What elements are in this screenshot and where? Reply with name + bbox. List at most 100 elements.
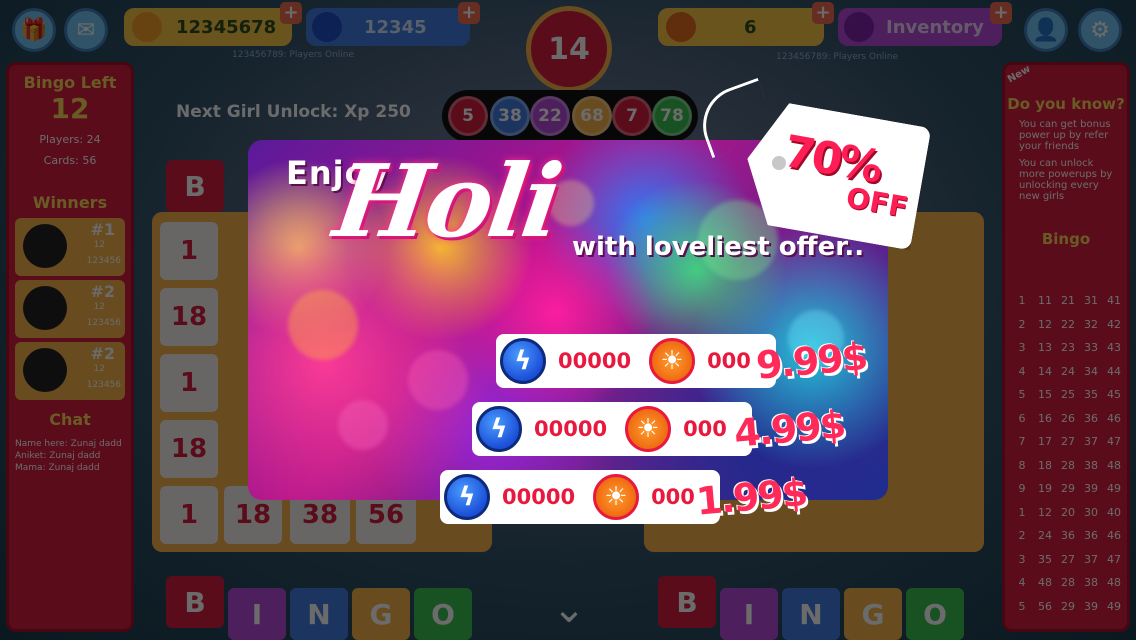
coin-icon (132, 12, 162, 42)
winner-score: 12 (93, 302, 105, 312)
players-online-left: 123456789: Players Online (232, 50, 355, 60)
called-number-cell: 38 (1084, 458, 1098, 472)
bingo-button-n[interactable]: N (782, 588, 840, 640)
inventory-button[interactable]: Inventory + (838, 2, 1012, 46)
called-number-cell: 18 (1038, 458, 1052, 472)
chevron-down-icon[interactable]: ⌄ (544, 589, 594, 629)
called-number-cell: 36 (1084, 411, 1098, 425)
called-ball: 68 (572, 96, 612, 136)
called-number-cell: 34 (1084, 364, 1098, 378)
winner-rank: #2 (90, 282, 115, 301)
powerup-value: 6 (744, 16, 757, 38)
called-number-cell: 28 (1061, 458, 1075, 472)
called-number-cell: 16 (1038, 411, 1052, 425)
offer-coin-qty: 000 (683, 417, 727, 441)
winner-rank: #2 (90, 344, 115, 363)
called-number-cell: 37 (1084, 435, 1098, 448)
add-inventory-button[interactable]: + (990, 2, 1012, 24)
called-number-cell: 44 (1107, 364, 1121, 378)
called-number-cell: 27 (1061, 435, 1075, 448)
holi-title: Holi (327, 142, 566, 260)
called-number-cell: 20 (1061, 505, 1075, 519)
card-cell[interactable]: 1 (160, 486, 218, 544)
offer-row-999[interactable]: ϟ 00000 ☀ 000 9.99$ (496, 334, 868, 388)
called-number-cell: 41 (1107, 294, 1121, 307)
card-cell[interactable]: 18 (160, 288, 218, 346)
card-cell[interactable]: 1 (160, 354, 218, 412)
tip-item: You can get bonus power up by refer your… (1019, 119, 1111, 152)
bingo-button-g[interactable]: G (352, 588, 410, 640)
called-number-cell: 38 (1084, 576, 1098, 589)
bingo-button-g[interactable]: G (844, 588, 902, 640)
called-ball: 22 (530, 96, 570, 136)
add-friend-icon[interactable]: 👤 (1024, 8, 1068, 52)
called-number-cell: 12 (1038, 317, 1052, 331)
winners-label: Winners (32, 193, 108, 212)
called-number-cell: 17 (1038, 435, 1052, 448)
cards-count: Cards: 56 (43, 154, 97, 167)
called-number-cell: 36 (1084, 529, 1098, 542)
called-number-cell: 42 (1107, 317, 1121, 331)
called-number-cell: 43 (1107, 341, 1121, 354)
winner-score: 12 (93, 364, 105, 374)
sun-powerup-icon: ☀ (649, 338, 696, 384)
called-number-cell: 14 (1038, 364, 1052, 378)
card-cell[interactable]: 1 (160, 222, 218, 280)
energy-bolt-icon (312, 12, 342, 42)
called-number-cell: 30 (1084, 505, 1098, 519)
called-number-cell: 29 (1061, 482, 1075, 495)
mail-icon[interactable]: ✉ (64, 8, 108, 52)
chat-line: Aniket: Zunaj dadd (15, 451, 101, 461)
called-number-cell: 35 (1084, 388, 1098, 401)
gift-icon[interactable]: 🎁 (12, 8, 56, 52)
right-info-panel: New Do you know? You can get bonus power… (1002, 62, 1130, 632)
bingo-button-i[interactable]: I (720, 588, 778, 640)
add-energy-button[interactable]: + (458, 2, 480, 24)
bokeh-light (288, 290, 358, 360)
offer-row-199[interactable]: ϟ 00000 ☀ 000 1.99$ (440, 470, 808, 524)
energy-bolt-icon: ϟ (500, 338, 546, 384)
bingo-button-o[interactable]: O (414, 588, 472, 640)
called-number-cell: 26 (1061, 411, 1075, 425)
bingo-grid-label: Bingo (1041, 230, 1091, 248)
sun-powerup-icon: ☀ (625, 406, 672, 452)
called-number-cell: 48 (1038, 576, 1052, 589)
called-number-cell: 22 (1061, 317, 1075, 331)
bingo-button-b[interactable]: B (166, 576, 224, 628)
bingo-button-n[interactable]: N (290, 588, 348, 640)
called-ball: 7 (612, 96, 652, 136)
bokeh-light (338, 400, 388, 450)
sun-powerup-icon: ☀ (593, 474, 640, 520)
winner-card: #2 12 123456 (15, 280, 125, 338)
bingo-button-o[interactable]: O (906, 588, 964, 640)
called-number-cell: 24 (1038, 529, 1052, 542)
called-ball: 38 (490, 96, 530, 136)
called-number-cell: 47 (1107, 435, 1121, 448)
winner-card: #1 12 123456 (15, 218, 125, 276)
called-number-cell: 49 (1107, 482, 1121, 495)
timer-value: 14 (548, 31, 590, 67)
called-number-cell: 6 (1018, 411, 1026, 425)
add-coins-button[interactable]: + (280, 2, 302, 24)
called-number-cell: 12 (1038, 505, 1052, 519)
offer-subtitle: with loveliest offer.. (572, 232, 865, 262)
bingo-button-i[interactable]: I (228, 588, 286, 640)
called-number-cell: 28 (1061, 576, 1075, 589)
called-number-cell: 11 (1038, 294, 1052, 307)
offer-row-499[interactable]: ϟ 00000 ☀ 000 4.99$ (472, 402, 846, 456)
called-number-cell: 48 (1107, 458, 1121, 472)
called-number-cell: 47 (1107, 552, 1121, 566)
winner-avatar (23, 286, 67, 330)
bingo-button-b[interactable]: B (658, 576, 716, 628)
card-letter-b: B (166, 160, 224, 212)
called-number-cell: 39 (1084, 599, 1098, 613)
add-powerup-button[interactable]: + (812, 2, 834, 24)
energy-value: 12345 (364, 16, 427, 38)
powerup-counter: 6 + (658, 2, 834, 46)
called-number-cell: 45 (1107, 388, 1121, 401)
card-cell[interactable]: 18 (160, 420, 218, 478)
called-number-cell: 13 (1038, 341, 1052, 354)
called-number-cell: 39 (1084, 482, 1098, 495)
bingo-left-value: 12 (50, 92, 90, 125)
settings-gear-icon[interactable]: ⚙ (1078, 8, 1122, 52)
